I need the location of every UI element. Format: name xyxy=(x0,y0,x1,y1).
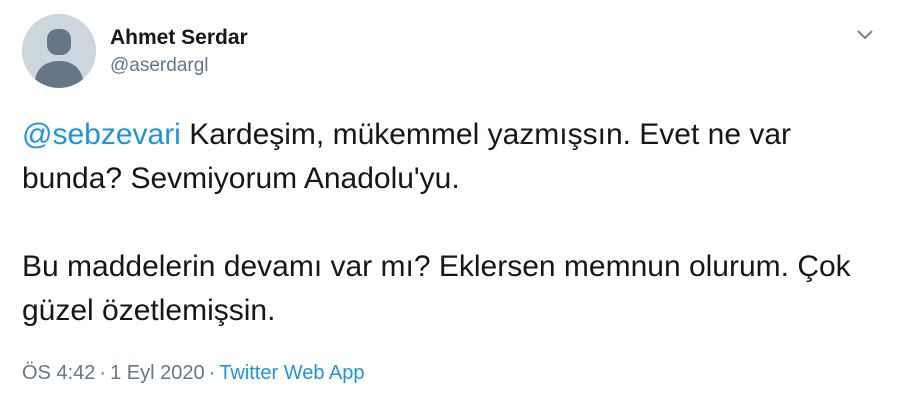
chevron-down-icon xyxy=(857,30,873,39)
avatar[interactable] xyxy=(22,14,96,88)
meta-separator: · xyxy=(208,362,216,384)
tweet-paragraph-1: @sebzevari Kardeşim, mükemmel yazmışsın.… xyxy=(22,113,882,201)
tweet-date[interactable]: 1 Eyl 2020 xyxy=(110,362,205,384)
tweet-card: Ahmet Serdar @aserdargl @sebzevari Karde… xyxy=(0,0,900,407)
tweet-meta: ÖS 4:42 · 1 Eyl 2020 · Twitter Web App xyxy=(22,362,365,385)
tweet-time[interactable]: ÖS 4:42 xyxy=(22,362,95,384)
tweet-paragraph-2: Bu maddelerin devamı var mı? Eklersen me… xyxy=(22,250,851,327)
tweet-text: @sebzevari Kardeşim, mükemmel yazmışsın.… xyxy=(22,113,882,333)
default-avatar-icon xyxy=(22,14,96,88)
more-options-button[interactable] xyxy=(852,22,878,48)
author-handle[interactable]: @aserdargl xyxy=(110,55,209,77)
author-name[interactable]: Ahmet Serdar xyxy=(110,26,248,50)
tweet-source-link[interactable]: Twitter Web App xyxy=(219,362,364,384)
mention-link[interactable]: @sebzevari xyxy=(22,118,181,151)
meta-separator: · xyxy=(99,362,107,384)
